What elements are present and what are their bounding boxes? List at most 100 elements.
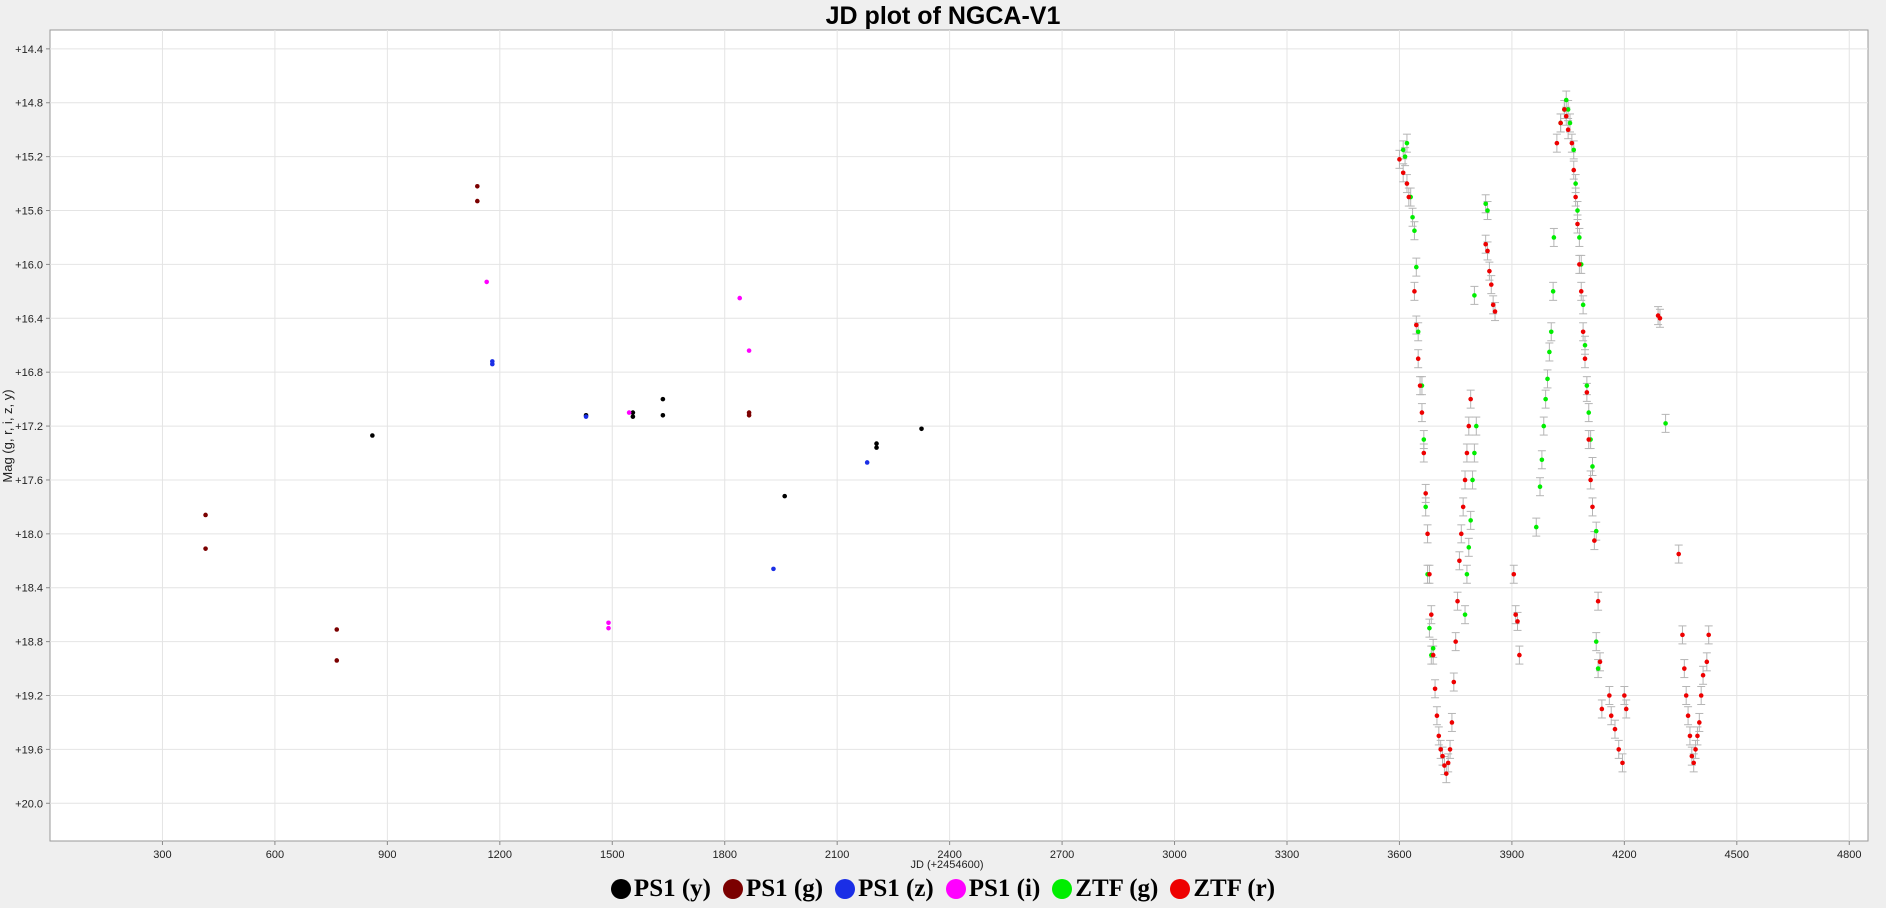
- point-ztf-r: [1404, 181, 1410, 186]
- point-ztf-g: [1563, 97, 1569, 103]
- point-ztf-r: [1685, 713, 1691, 719]
- point-ztf-g: [1421, 437, 1427, 442]
- point-ztf-r: [1590, 504, 1595, 510]
- legend-swatch: [835, 879, 856, 899]
- point-ztf-r: [1592, 538, 1597, 543]
- point-ztf-r: [1513, 612, 1518, 617]
- point-ztf-r: [1693, 747, 1698, 752]
- point-ztf-r: [1657, 315, 1663, 321]
- point-ztf-r: [1700, 672, 1706, 678]
- point-ztf-r: [1562, 107, 1567, 112]
- legend-item: PS1 (i): [945, 875, 1041, 903]
- point-ps1-g: [203, 546, 208, 551]
- point-ztf-r: [1438, 747, 1443, 752]
- point-ztf-g: [1473, 423, 1479, 429]
- point-ztf-r: [1595, 598, 1601, 604]
- y-tick-label: +19.6: [15, 744, 43, 756]
- legend-label: PS1 (z): [858, 875, 934, 902]
- point-ztf-r: [1588, 477, 1593, 483]
- point-ztf-r: [1580, 329, 1586, 335]
- point-ztf-r: [1440, 753, 1445, 759]
- point-ztf-g: [1483, 201, 1488, 207]
- point-ps1-y: [782, 493, 787, 499]
- point-ztf-r: [1412, 289, 1417, 294]
- legend-item: PS1 (y): [610, 875, 711, 903]
- point-ps1-g: [746, 412, 752, 418]
- legend-swatch: [723, 879, 743, 899]
- point-ztf-r: [1616, 747, 1622, 752]
- point-ps1-y: [874, 445, 879, 450]
- point-ztf-r: [1490, 302, 1496, 308]
- point-ztf-r: [1488, 282, 1494, 287]
- point-ztf-g: [1470, 477, 1475, 483]
- y-tick-label: +17.2: [15, 421, 43, 433]
- point-ztf-g: [1404, 140, 1410, 146]
- point-ztf-r: [1597, 659, 1603, 665]
- point-ztf-r: [1423, 491, 1428, 496]
- point-ps1-g: [475, 198, 480, 204]
- point-ztf-r: [1571, 167, 1577, 173]
- y-tick-label: +15.2: [15, 152, 43, 164]
- legend-label: PS1 (y): [633, 875, 711, 902]
- point-ztf-g: [1595, 666, 1601, 671]
- point-ps1-z: [771, 566, 776, 572]
- point-ps1-i: [746, 348, 752, 353]
- legend-swatch: [1170, 879, 1191, 899]
- x-tick-label: 3300: [1275, 849, 1299, 861]
- y-tick-label: +18.0: [15, 529, 43, 541]
- point-ztf-r: [1517, 652, 1522, 658]
- x-tick-label: 4800: [1837, 849, 1861, 861]
- y-axis-label: Mag (g, r, i, z, y): [0, 389, 15, 482]
- point-ztf-g: [1550, 289, 1556, 294]
- point-ztf-g: [1400, 147, 1406, 153]
- x-tick-label: 600: [266, 849, 284, 861]
- point-ztf-r: [1415, 356, 1421, 362]
- point-ztf-g: [1415, 329, 1421, 335]
- point-ztf-r: [1468, 396, 1473, 402]
- point-ztf-g: [1468, 518, 1473, 523]
- x-tick-label: 3600: [1387, 849, 1411, 861]
- point-ztf-r: [1442, 763, 1447, 768]
- point-ztf-r: [1697, 720, 1702, 725]
- point-ztf-g: [1412, 228, 1417, 234]
- point-ps1-i: [606, 620, 611, 626]
- point-ztf-r: [1445, 760, 1451, 766]
- y-tick-label: +20.0: [15, 798, 43, 810]
- point-ztf-r: [1457, 558, 1462, 564]
- point-ztf-g: [1410, 214, 1415, 220]
- x-tick-label: 4500: [1725, 849, 1749, 861]
- point-ztf-r: [1487, 268, 1492, 274]
- legend-item: PS1 (g): [723, 875, 823, 903]
- point-ztf-r: [1569, 140, 1575, 146]
- point-ztf-r: [1682, 666, 1687, 671]
- point-ztf-r: [1586, 437, 1592, 442]
- legend: PS1 (y) PS1 (g) PS1 (z) PS1 (i) ZTF (g) ZTF (…: [0, 872, 1886, 906]
- point-ps1-i: [606, 625, 611, 631]
- point-ztf-r: [1414, 322, 1419, 328]
- legend-label: PS1 (i): [968, 875, 1041, 902]
- point-ztf-r: [1406, 194, 1412, 200]
- point-ztf-r: [1515, 619, 1520, 624]
- point-ps1-y: [630, 414, 636, 419]
- point-ztf-r: [1687, 733, 1693, 739]
- point-ztf-r: [1622, 693, 1627, 698]
- point-ztf-g: [1547, 349, 1552, 355]
- point-ztf-r: [1565, 127, 1571, 132]
- point-ztf-r: [1676, 551, 1682, 557]
- y-tick-label: +14.4: [15, 44, 43, 56]
- point-ztf-g: [1414, 264, 1419, 270]
- point-ps1-y: [660, 412, 666, 418]
- point-ps1-y: [919, 426, 924, 432]
- point-ztf-r: [1485, 248, 1490, 254]
- x-tick-label: 3000: [1162, 849, 1186, 861]
- point-ztf-r: [1695, 733, 1700, 739]
- point-ztf-g: [1575, 208, 1580, 213]
- point-ztf-r: [1483, 241, 1488, 247]
- point-ztf-r: [1400, 170, 1406, 176]
- point-ztf-g: [1545, 376, 1550, 382]
- point-ztf-r: [1492, 309, 1498, 314]
- point-ztf-r: [1698, 693, 1704, 698]
- point-ztf-g: [1541, 423, 1547, 429]
- point-ztf-g: [1423, 504, 1428, 510]
- point-ztf-r: [1434, 713, 1440, 719]
